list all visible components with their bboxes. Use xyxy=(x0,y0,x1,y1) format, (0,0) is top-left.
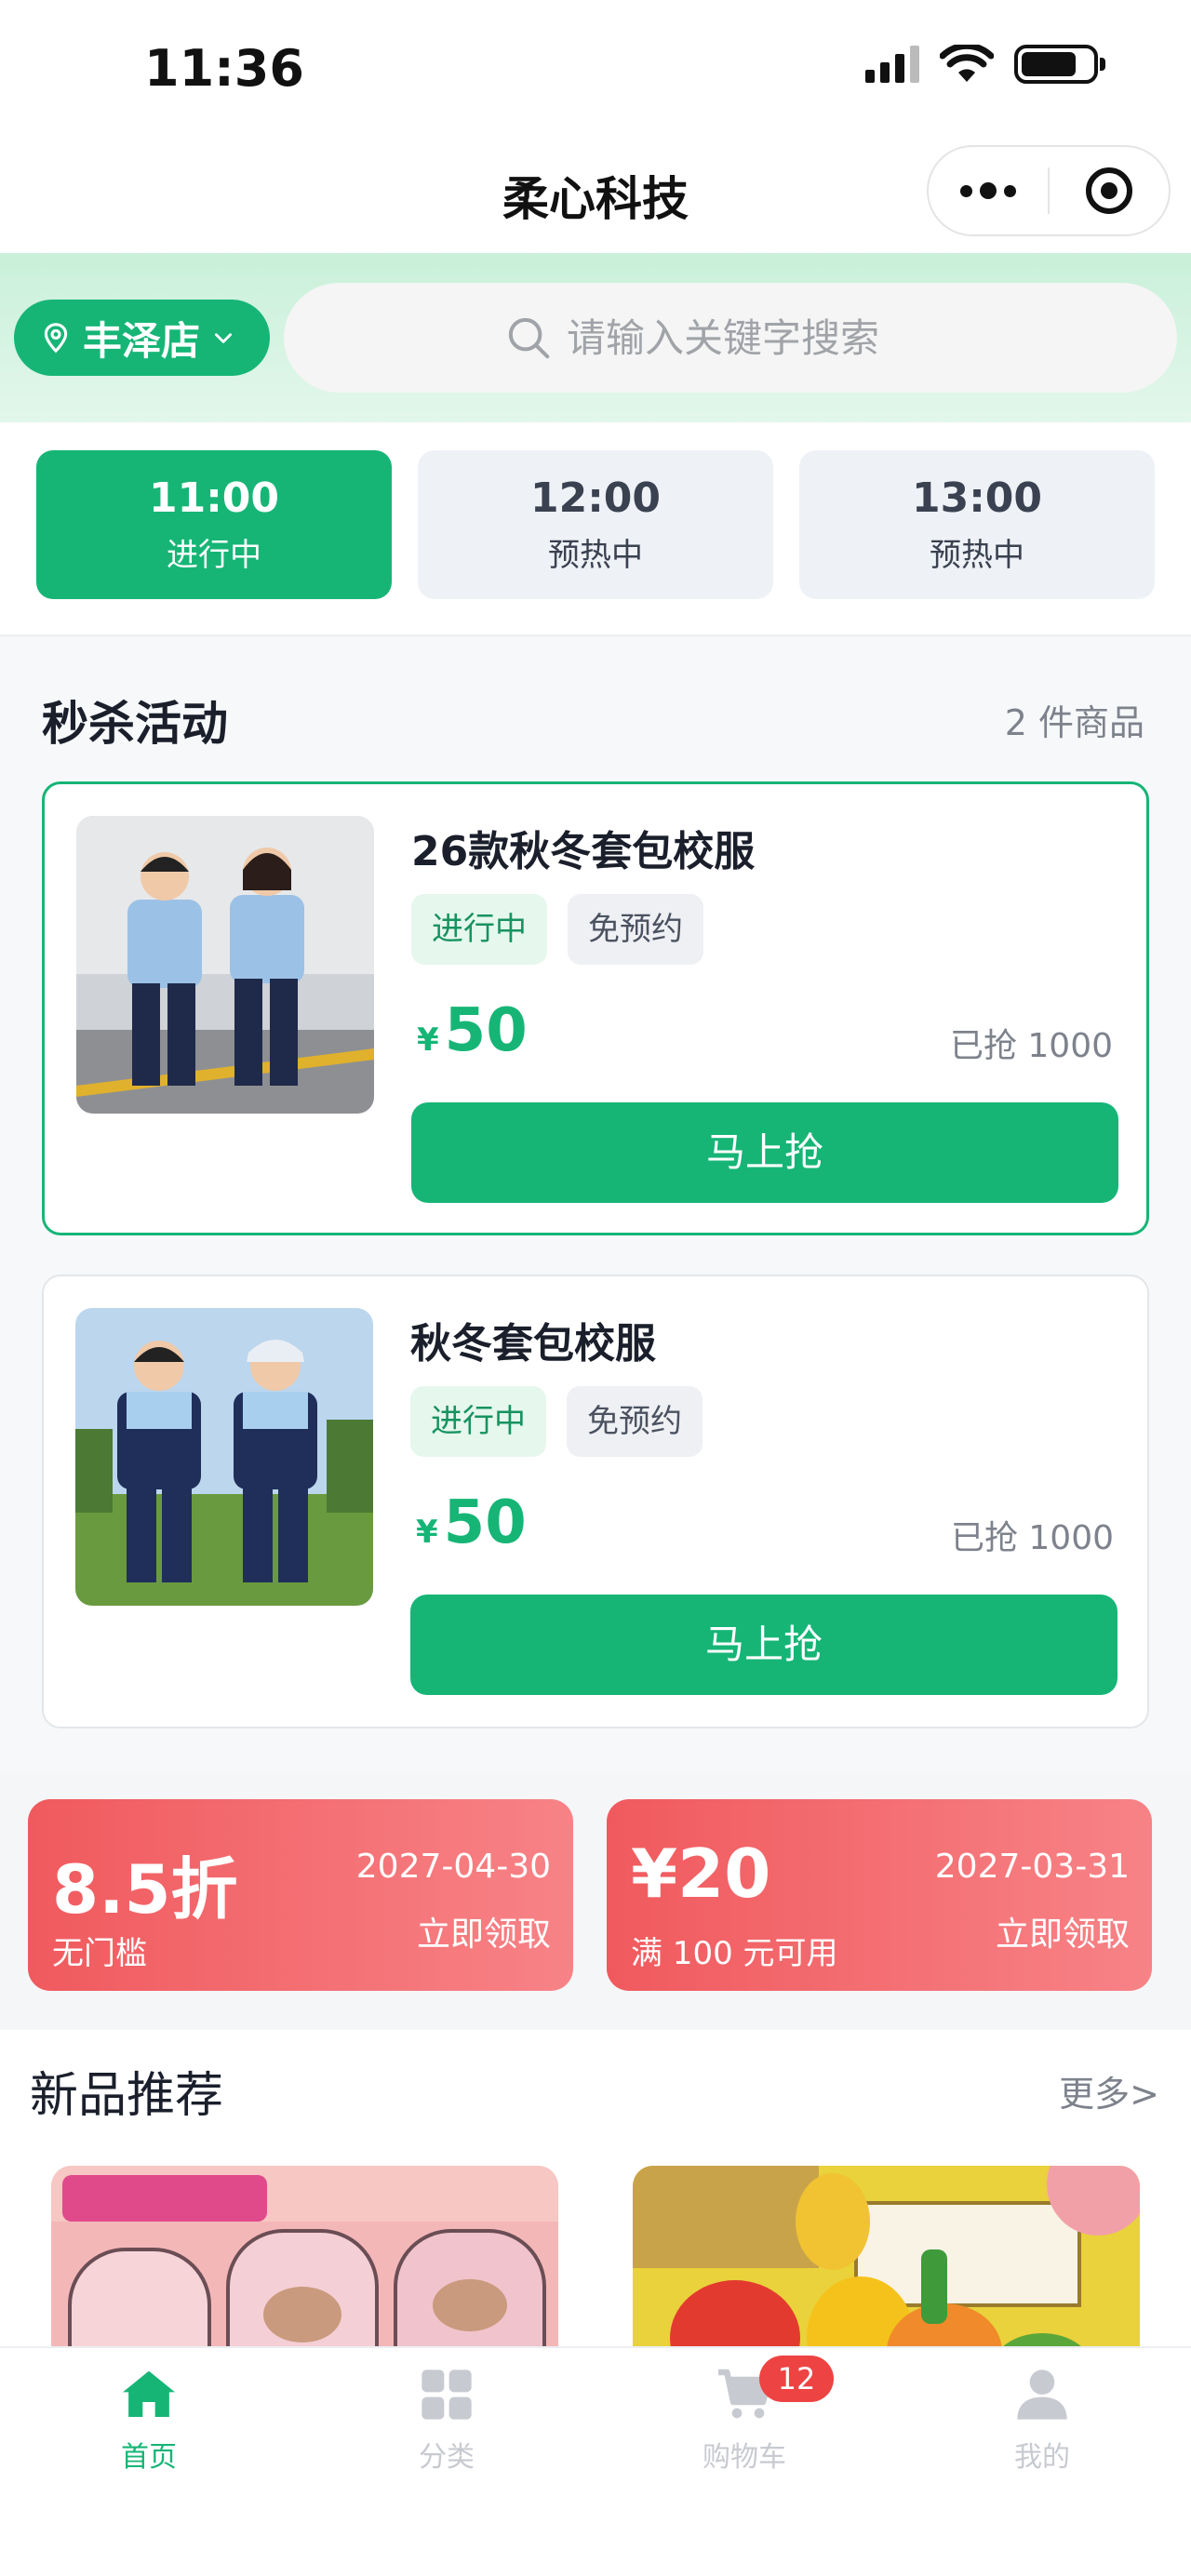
tab-label: 购物车 xyxy=(703,2441,786,2474)
time-tab-status: 进行中 xyxy=(167,537,261,574)
product-name: 秋冬套包校服 xyxy=(410,1320,656,1368)
product-image[interactable] xyxy=(76,816,374,1114)
status-badge: 进行中 xyxy=(410,1386,546,1457)
location-pin-icon xyxy=(44,323,68,354)
pencil-case-product-image[interactable] xyxy=(51,2166,558,2346)
sold-count: 已抢 1000 xyxy=(950,1519,1114,1557)
product-card[interactable]: 26款秋冬套包校服 进行中 免预约 ¥50 已抢 1000 马上抢 xyxy=(42,781,1149,1235)
seckill-section: 秒杀活动 2 件商品 26款秋冬套包校服 进行中 免预约 ¥50 已抢 1000… xyxy=(0,638,1191,1773)
status-time: 11:36 xyxy=(144,39,304,98)
product-image[interactable] xyxy=(75,1308,373,1606)
currency-symbol: ¥ xyxy=(416,1514,438,1551)
time-tab-1300[interactable]: 13:00 预热中 xyxy=(799,450,1155,599)
product-price: ¥50 xyxy=(417,996,528,1065)
chevron-down-icon xyxy=(215,333,233,343)
section-title: 秒杀活动 xyxy=(42,697,228,751)
tab-home[interactable]: 首页 xyxy=(0,2365,298,2475)
store-name: 丰泽店 xyxy=(83,317,201,364)
store-selector-button[interactable]: 丰泽店 xyxy=(14,300,270,376)
coupon-card[interactable]: 8.5折 无门槛 2027-04-30 立即领取 xyxy=(28,1799,573,1991)
tab-label: 分类 xyxy=(419,2441,475,2474)
booking-badge: 免预约 xyxy=(568,894,703,965)
tab-me[interactable]: 我的 xyxy=(893,2365,1191,2475)
time-tab-status: 预热中 xyxy=(548,537,643,574)
user-icon xyxy=(1017,2369,1067,2420)
tab-cart[interactable]: 12 购物车 xyxy=(596,2356,893,2475)
new-products-section: 新品推荐 更多> xyxy=(0,2030,1191,2346)
product-name: 26款秋冬套包校服 xyxy=(411,828,756,875)
search-box[interactable] xyxy=(284,283,1177,393)
price-amount: 50 xyxy=(444,996,528,1065)
coupon-condition: 无门槛 xyxy=(52,1935,147,1972)
more-icon[interactable] xyxy=(929,182,1048,199)
buy-now-button[interactable]: 马上抢 xyxy=(411,1102,1118,1203)
category-icon xyxy=(422,2369,472,2420)
claim-coupon-button[interactable]: 立即领取 xyxy=(996,1907,1130,1955)
time-tab-time: 12:00 xyxy=(529,474,662,522)
nav-bar: 柔心科技 xyxy=(0,140,1191,253)
tab-label: 首页 xyxy=(121,2441,177,2474)
time-tab-time: 13:00 xyxy=(911,474,1043,522)
status-icons xyxy=(865,45,1105,84)
time-tab-1100[interactable]: 11:00 进行中 xyxy=(36,450,392,599)
section-title: 新品推荐 xyxy=(30,2068,224,2124)
coupon-value: ¥20 xyxy=(631,1835,771,1913)
signal-icon xyxy=(865,46,919,83)
product-card[interactable]: 秋冬套包校服 进行中 免预约 ¥50 已抢 1000 马上抢 xyxy=(42,1275,1149,1728)
sold-count: 已抢 1000 xyxy=(949,1027,1113,1065)
product-price: ¥50 xyxy=(416,1488,527,1557)
tab-label: 我的 xyxy=(1014,2441,1070,2474)
more-link[interactable]: 更多> xyxy=(1059,2065,1159,2116)
time-tab-time: 11:00 xyxy=(148,474,280,522)
coupon-expiry: 2027-03-31 xyxy=(934,1848,1130,1886)
coupon-card[interactable]: ¥20 满 100 元可用 2027-03-31 立即领取 xyxy=(607,1799,1152,1991)
price-amount: 50 xyxy=(443,1488,527,1557)
status-badge: 进行中 xyxy=(411,894,547,965)
time-tab-status: 预热中 xyxy=(930,537,1024,574)
product-count: 2 件商品 xyxy=(1004,702,1144,743)
booking-badge: 免预约 xyxy=(567,1386,703,1457)
home-icon xyxy=(123,2370,175,2417)
claim-coupon-button[interactable]: 立即领取 xyxy=(417,1907,551,1955)
mini-program-capsule xyxy=(927,145,1171,236)
bottom-tab-bar: 首页 分类 12 购物车 我的 xyxy=(0,2346,1191,2576)
coupon-condition: 满 100 元可用 xyxy=(631,1935,838,1972)
tab-category[interactable]: 分类 xyxy=(298,2365,596,2475)
coupon-section: 8.5折 无门槛 2027-04-30 立即领取 ¥20 满 100 元可用 2… xyxy=(0,1773,1191,2019)
coupon-expiry: 2027-04-30 xyxy=(355,1848,551,1886)
coupon-value: 8.5折 xyxy=(52,1850,238,1929)
time-tabs: 11:00 进行中 12:00 预热中 13:00 预热中 xyxy=(0,422,1191,636)
search-input[interactable] xyxy=(567,314,957,361)
search-band: 丰泽店 xyxy=(0,253,1191,422)
time-tab-1200[interactable]: 12:00 预热中 xyxy=(418,450,773,599)
search-icon xyxy=(508,317,550,359)
close-target-icon[interactable] xyxy=(1050,167,1169,214)
status-bar: 11:36 xyxy=(0,0,1191,140)
currency-symbol: ¥ xyxy=(417,1021,439,1059)
buy-now-button[interactable]: 马上抢 xyxy=(410,1595,1117,1695)
wifi-icon xyxy=(940,45,994,82)
battery-icon xyxy=(1014,45,1105,84)
cart-count-badge: 12 xyxy=(759,2356,834,2402)
toy-vegetables-product-image[interactable] xyxy=(633,2166,1140,2346)
